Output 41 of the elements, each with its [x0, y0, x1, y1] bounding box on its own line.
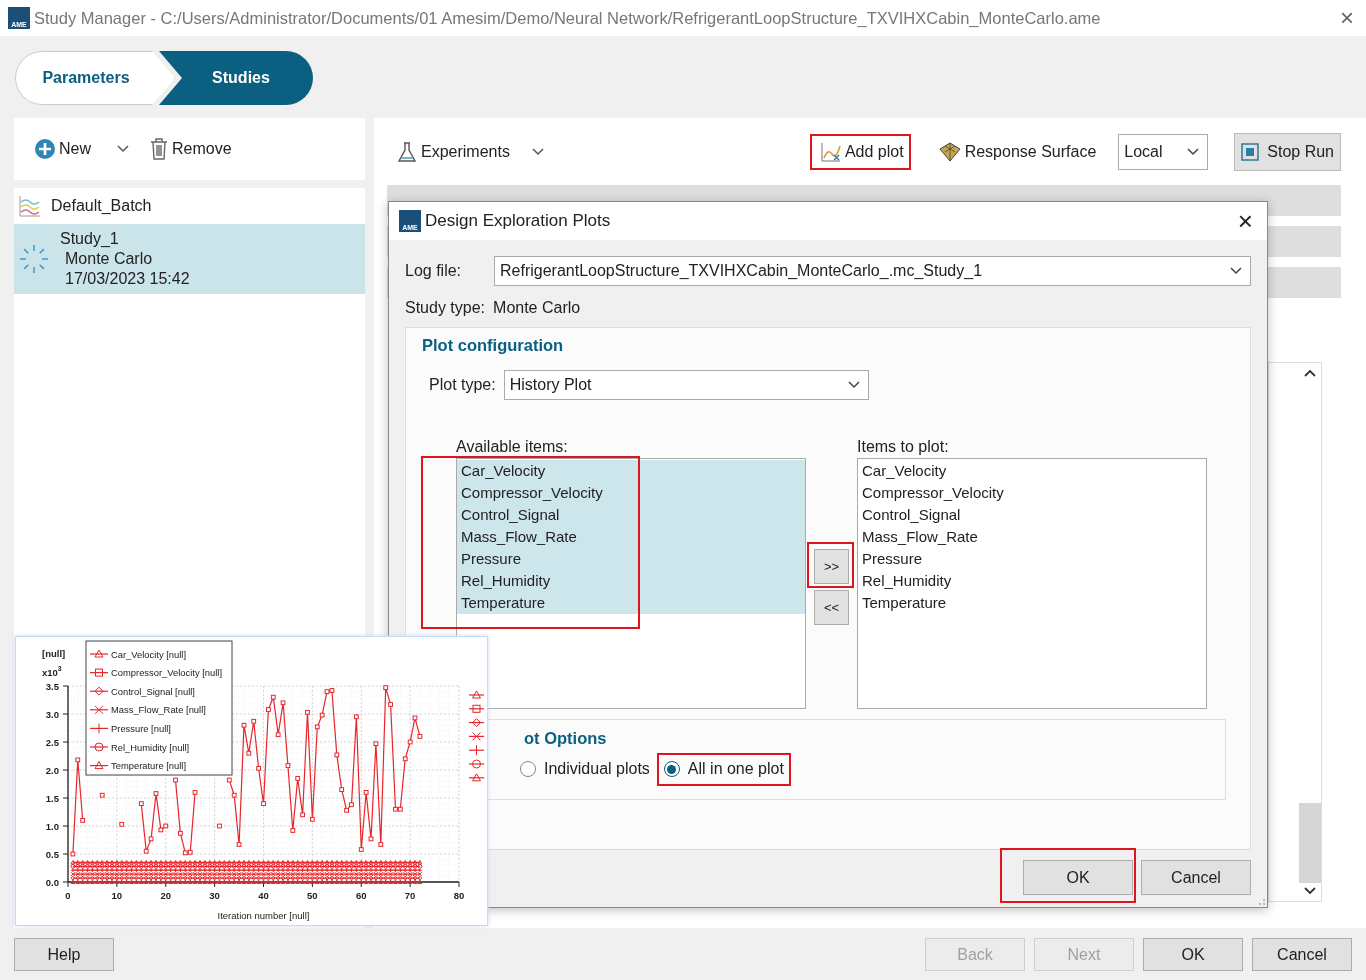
- legend-label: Pressure [null]: [111, 722, 171, 734]
- x-axis-title: Iteration number [null]: [217, 910, 310, 921]
- x-tick-label: 20: [160, 890, 172, 901]
- y-tick-label: 2.5: [45, 736, 59, 748]
- section-title: Plot configuration: [422, 336, 565, 355]
- plot-type-label: Plot type:: [429, 376, 496, 394]
- legend-label: Mass_Flow_Rate [null]: [111, 704, 206, 716]
- legend-label: Control_Signal [null]: [111, 685, 195, 697]
- study-type: Monte Carlo: [64, 250, 154, 268]
- y-tick-label: 3.5: [45, 680, 59, 692]
- y-tick-label: 0.5: [45, 848, 59, 860]
- log-file-label: Log file:: [405, 262, 463, 280]
- x-tick-label: 70: [404, 890, 416, 901]
- legend-label: Temperature [null]: [111, 760, 187, 772]
- items-to-plot-label: Items to plot:: [857, 438, 950, 456]
- available-items-label: Available items:: [456, 438, 569, 456]
- section-title: ot Options: [524, 729, 607, 748]
- y-tick-label: 2.0: [45, 764, 59, 776]
- x-tick-label: 80: [453, 890, 465, 901]
- study-date: 17/03/2023 15:42: [64, 270, 190, 288]
- x-tick-label: 0: [65, 890, 71, 901]
- study-type-value: Monte Carlo: [493, 299, 581, 317]
- x-tick-label: 10: [111, 890, 123, 901]
- x-tick-label: 50: [307, 890, 318, 901]
- axis-scale-label: x10$^{3}$: [42, 665, 62, 678]
- legend-label: Rel_Humidity [null]: [111, 741, 190, 753]
- y-tick-label: 3.0: [45, 708, 59, 720]
- dialog-title: Design Exploration Plots: [425, 211, 611, 231]
- y-tick-label: 0.0: [45, 876, 59, 888]
- legend-label: Car_Velocity [null]: [111, 648, 187, 660]
- x-tick-label: 40: [258, 890, 269, 901]
- y-axis-title: [null]: [42, 648, 66, 659]
- x-tick-label: 60: [355, 890, 367, 901]
- legend-label: Compressor_Velocity [null]: [111, 667, 222, 679]
- study-type-label: Study type:: [405, 299, 486, 317]
- y-tick-label: 1.0: [45, 820, 59, 832]
- x-tick-label: 30: [209, 890, 220, 901]
- y-tick-label: 1.5: [45, 792, 59, 804]
- study-name: Study_1: [60, 230, 120, 248]
- batch-name: Default_Batch: [51, 197, 152, 215]
- window-title: Study Manager - C:/Users/Administrator/Documents/01 Amesim/Demo/Neural Network/RefrigerantLoopStructure_TXVIHXCabin_MonteCarlo.ame: [34, 8, 1101, 28]
